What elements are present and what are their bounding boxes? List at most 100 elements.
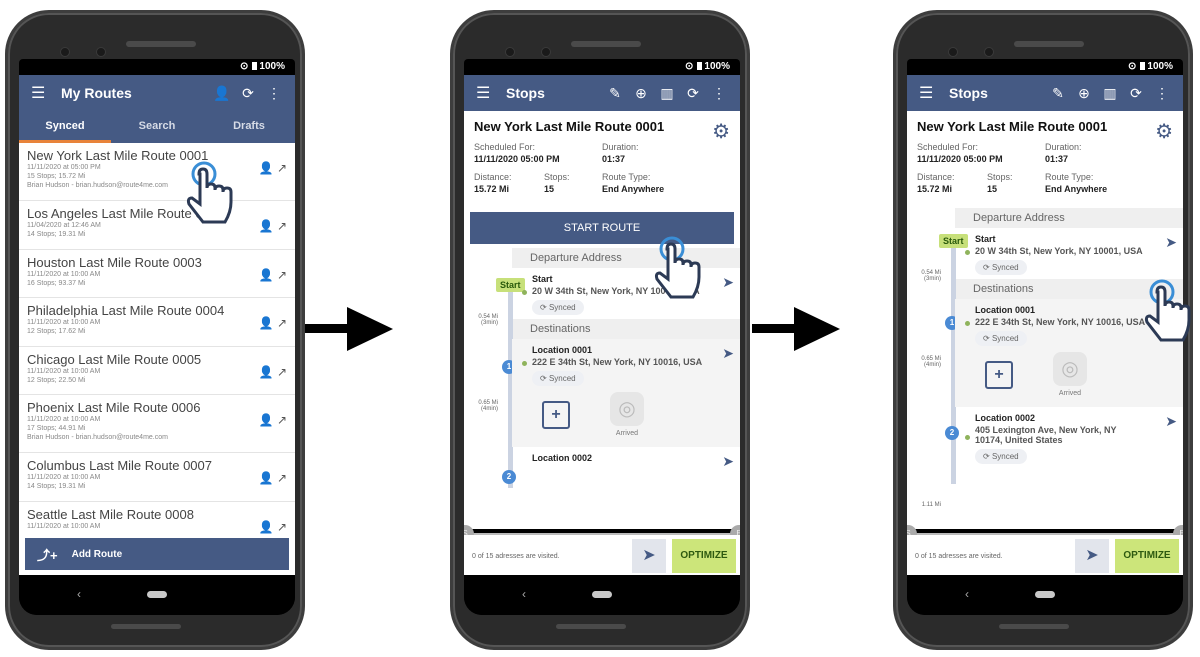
share-icon[interactable]: ↗ <box>277 219 287 233</box>
distance-value: 15.72 Mi <box>917 184 953 194</box>
assign-driver-icon[interactable]: 👤 <box>259 520 274 534</box>
add-route-button[interactable]: ⤴+ Add Route <box>25 538 289 570</box>
synced-chip: ⟳ Synced <box>975 260 1027 275</box>
more-icon[interactable]: ⋮ <box>261 85 287 102</box>
stop-start[interactable]: Start 20 W 34th St, New York, NY 10001, … <box>955 228 1183 279</box>
route-header: New York Last Mile Route 0001 ⚙ Schedule… <box>907 111 1183 202</box>
app-bar: ☰ Stops ✎ ⊕ ▥ ⟳ ⋮ <box>464 75 740 111</box>
arrow-right-icon <box>752 307 840 351</box>
route-item[interactable]: Los Angeles Last Mile Route 0002 11/04/2… <box>19 201 295 250</box>
home-button[interactable] <box>1035 591 1055 598</box>
navigate-icon[interactable]: ➤ <box>722 274 734 291</box>
route-name: Houston Last Mile Route 0003 <box>27 254 202 270</box>
duration-value: 01:37 <box>602 154 626 164</box>
optimize-button[interactable]: OPTIMIZE <box>672 539 736 573</box>
gear-icon[interactable]: ⚙ <box>1155 119 1173 144</box>
home-button[interactable] <box>147 591 167 598</box>
sync-icon[interactable]: ⟳ <box>1123 85 1149 102</box>
more-icon[interactable]: ⋮ <box>1149 85 1175 102</box>
synced-chip: ⟳ Synced <box>975 331 1027 346</box>
add-stop-icon[interactable]: ⊕ <box>1071 85 1097 102</box>
sync-icon[interactable]: ⟳ <box>680 85 706 102</box>
route-name: New York Last Mile Route 0001 <box>27 148 209 163</box>
route-date: 11/11/2020 at 10:00 AM <box>27 319 101 326</box>
assign-driver-icon[interactable]: 👤 <box>259 219 274 233</box>
navigate-button[interactable]: ➤ <box>632 539 666 573</box>
navigate-icon[interactable]: ➤ <box>722 453 734 470</box>
route-item[interactable]: Philadelphia Last Mile Route 0004 11/11/… <box>19 298 295 347</box>
route-driver: Brian Hudson - brian.hudson@route4me.com <box>27 434 168 441</box>
menu-icon[interactable]: ☰ <box>31 83 61 103</box>
tab-drafts[interactable]: Drafts <box>203 111 295 143</box>
optimize-button[interactable]: OPTIMIZE <box>1115 539 1179 573</box>
map-icon[interactable]: ▥ <box>1097 85 1123 102</box>
tabs: Synced Search Drafts <box>19 111 295 143</box>
back-icon[interactable]: ‹ <box>522 587 526 601</box>
back-icon[interactable]: ‹ <box>965 587 969 601</box>
battery-icon <box>697 62 703 70</box>
add-note-icon[interactable]: + <box>542 400 570 429</box>
earpiece <box>1014 41 1084 47</box>
route-date: 11/11/2020 at 10:00 AM <box>27 522 101 530</box>
tab-search[interactable]: Search <box>111 111 203 143</box>
duration-value: 01:37 <box>1045 154 1069 164</box>
route-name: Los Angeles Last Mile Route 0002 <box>27 206 225 221</box>
status-dot <box>965 321 970 326</box>
assign-driver-icon[interactable]: 👤 <box>259 471 274 485</box>
menu-icon[interactable]: ☰ <box>476 83 506 103</box>
scheduled-label: Scheduled For: <box>474 142 536 152</box>
scheduled-value: 11/11/2020 05:00 PM <box>917 154 1003 164</box>
assign-driver-icon[interactable]: 👤 <box>259 413 274 427</box>
stop-address: 20 W 34th St, New York, NY 10001, USA <box>975 246 1143 256</box>
add-driver-icon[interactable]: 👤 <box>209 85 235 102</box>
home-button[interactable] <box>592 591 612 598</box>
share-icon[interactable]: ↗ <box>277 365 287 379</box>
stop-name: Location 0001 <box>532 345 593 355</box>
share-icon[interactable]: ↗ <box>277 471 287 485</box>
route-item[interactable]: Chicago Last Mile Route 0005 11/11/2020 … <box>19 347 295 395</box>
stop-item[interactable]: Location 0002 405 Lexington Ave, New Yor… <box>955 407 1183 468</box>
back-icon[interactable]: ‹ <box>77 587 81 601</box>
route-item[interactable]: Houston Last Mile Route 0003 11/11/2020 … <box>19 250 295 298</box>
share-icon[interactable]: ↗ <box>277 520 287 534</box>
share-icon[interactable]: ↗ <box>277 316 287 330</box>
menu-icon[interactable]: ☰ <box>919 83 949 103</box>
edit-icon[interactable]: ✎ <box>1045 85 1071 102</box>
phone-my-routes: ⊙ 100% ☰ My Routes 👤 ⟳ ⋮ Synced Search Dr… <box>5 10 305 650</box>
add-note-icon[interactable]: + <box>985 360 1013 389</box>
edit-icon[interactable]: ✎ <box>602 85 628 102</box>
share-icon[interactable]: ↗ <box>277 161 287 175</box>
route-date: 11/11/2020 at 05:00 PM <box>27 164 101 171</box>
gear-icon[interactable]: ⚙ <box>712 119 730 144</box>
fingerprint-icon: ◎ <box>1053 352 1087 386</box>
assign-driver-icon[interactable]: 👤 <box>259 316 274 330</box>
sync-icon[interactable]: ⟳ <box>235 85 261 102</box>
route-item[interactable]: Phoenix Last Mile Route 0006 11/11/2020 … <box>19 395 295 453</box>
share-icon[interactable]: ↗ <box>277 268 287 282</box>
navigate-icon[interactable]: ➤ <box>1165 234 1177 251</box>
add-stop-icon[interactable]: ⊕ <box>628 85 654 102</box>
route-item[interactable]: Columbus Last Mile Route 0007 11/11/2020… <box>19 453 295 502</box>
tab-synced[interactable]: Synced <box>19 111 111 143</box>
arrived-button[interactable]: ◎ Arrived <box>610 392 644 437</box>
arrived-button[interactable]: ◎ Arrived <box>1053 352 1087 397</box>
share-icon[interactable]: ↗ <box>277 413 287 427</box>
front-sensor <box>96 47 106 57</box>
assign-driver-icon[interactable]: 👤 <box>259 365 274 379</box>
map-icon[interactable]: ▥ <box>654 85 680 102</box>
navigate-icon[interactable]: ➤ <box>1165 413 1177 430</box>
stop-item[interactable]: Location 0002 ➤ <box>512 447 740 470</box>
route-item[interactable]: New York Last Mile Route 0001 11/11/2020… <box>19 143 295 201</box>
arrow-right-icon <box>305 307 393 351</box>
stop-item[interactable]: Location 0001 222 E 34th St, New York, N… <box>512 339 740 447</box>
status-bar: ⊙ 100% <box>19 59 295 75</box>
navigate-icon[interactable]: ➤ <box>722 345 734 362</box>
bottom-speaker <box>556 624 626 629</box>
navigate-button[interactable]: ➤ <box>1075 539 1109 573</box>
assign-driver-icon[interactable]: 👤 <box>259 268 274 282</box>
add-route-label: Add Route <box>71 548 123 560</box>
more-icon[interactable]: ⋮ <box>706 85 732 102</box>
assign-driver-icon[interactable]: 👤 <box>259 161 274 175</box>
route-stops: 16 Stops; 93.37 Mi <box>27 279 86 287</box>
android-nav-bar: ‹ <box>19 575 295 615</box>
